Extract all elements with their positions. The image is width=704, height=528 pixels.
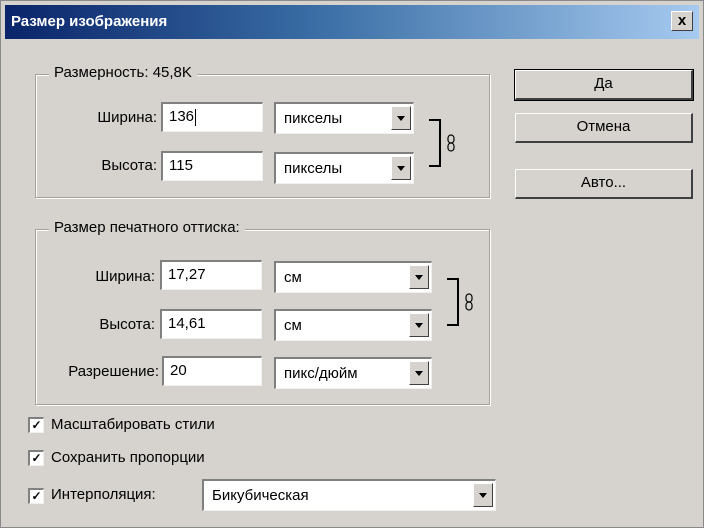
- chevron-down-icon[interactable]: [391, 106, 411, 130]
- constrain-proportions-checkbox[interactable]: ✓: [28, 450, 44, 466]
- resample-checkbox[interactable]: ✓: [28, 488, 44, 504]
- pixel-height-unit-select[interactable]: пикселы: [274, 152, 414, 184]
- print-height-value: 14,61: [168, 315, 206, 332]
- resolution-value: 20: [170, 362, 187, 379]
- print-height-unit-value: см: [284, 317, 302, 334]
- pixel-width-value: 136: [169, 108, 195, 125]
- resample-method-value: Бикубическая: [212, 487, 309, 504]
- image-size-dialog: Размер изображения x Размерность: 45,8K …: [0, 0, 704, 528]
- chevron-down-icon[interactable]: [409, 361, 429, 385]
- resample-method-select[interactable]: Бикубическая: [202, 479, 496, 511]
- resolution-unit-select[interactable]: пикс/дюйм: [274, 357, 432, 389]
- chevron-down-icon[interactable]: [473, 483, 493, 507]
- text-caret: [195, 108, 197, 126]
- print-width-unit-value: см: [284, 269, 302, 286]
- print-height-unit-select[interactable]: см: [274, 309, 432, 341]
- pixel-link-bracket: [429, 119, 441, 167]
- close-button[interactable]: x: [671, 11, 693, 31]
- resolution-input[interactable]: 20: [162, 356, 262, 386]
- scale-styles-label[interactable]: Масштабировать стили: [51, 416, 215, 433]
- scale-styles-checkbox[interactable]: ✓: [28, 417, 44, 433]
- pixel-width-input[interactable]: 136: [161, 102, 263, 132]
- chain-link-icon: [447, 134, 455, 152]
- print-width-value: 17,27: [168, 266, 206, 283]
- chevron-down-icon[interactable]: [391, 156, 411, 180]
- chevron-down-icon[interactable]: [409, 265, 429, 289]
- chevron-down-icon[interactable]: [409, 313, 429, 337]
- title-bar[interactable]: Размер изображения x: [5, 5, 699, 39]
- pixel-width-unit-value: пикселы: [284, 110, 343, 127]
- close-icon: x: [677, 12, 687, 29]
- print-height-label: Высота:: [99, 316, 155, 333]
- print-width-label: Ширина:: [95, 268, 155, 285]
- pixel-dimensions-legend: Размерность: 45,8K: [49, 64, 197, 81]
- cancel-button[interactable]: Отмена: [515, 113, 693, 143]
- pixel-height-unit-value: пикселы: [284, 160, 343, 177]
- pixel-width-label: Ширина:: [97, 109, 157, 126]
- pixel-height-input[interactable]: 115: [161, 151, 263, 181]
- dialog-title: Размер изображения: [11, 13, 168, 30]
- pixel-height-label: Высота:: [101, 157, 157, 174]
- constrain-proportions-label[interactable]: Сохранить пропорции: [51, 449, 205, 466]
- resolution-unit-value: пикс/дюйм: [284, 365, 358, 382]
- print-width-unit-select[interactable]: см: [274, 261, 432, 293]
- print-width-input[interactable]: 17,27: [160, 260, 262, 290]
- ok-button[interactable]: Да: [514, 69, 694, 101]
- resolution-label: Разрешение:: [68, 363, 159, 380]
- chain-link-icon: [465, 293, 473, 311]
- pixel-height-value: 115: [169, 157, 193, 174]
- print-height-input[interactable]: 14,61: [160, 309, 262, 339]
- auto-button[interactable]: Авто...: [515, 169, 693, 199]
- pixel-width-unit-select[interactable]: пикселы: [274, 102, 414, 134]
- resample-label[interactable]: Интерполяция:: [51, 486, 156, 503]
- print-size-legend: Размер печатного оттиска:: [49, 219, 245, 236]
- print-link-bracket: [447, 278, 459, 326]
